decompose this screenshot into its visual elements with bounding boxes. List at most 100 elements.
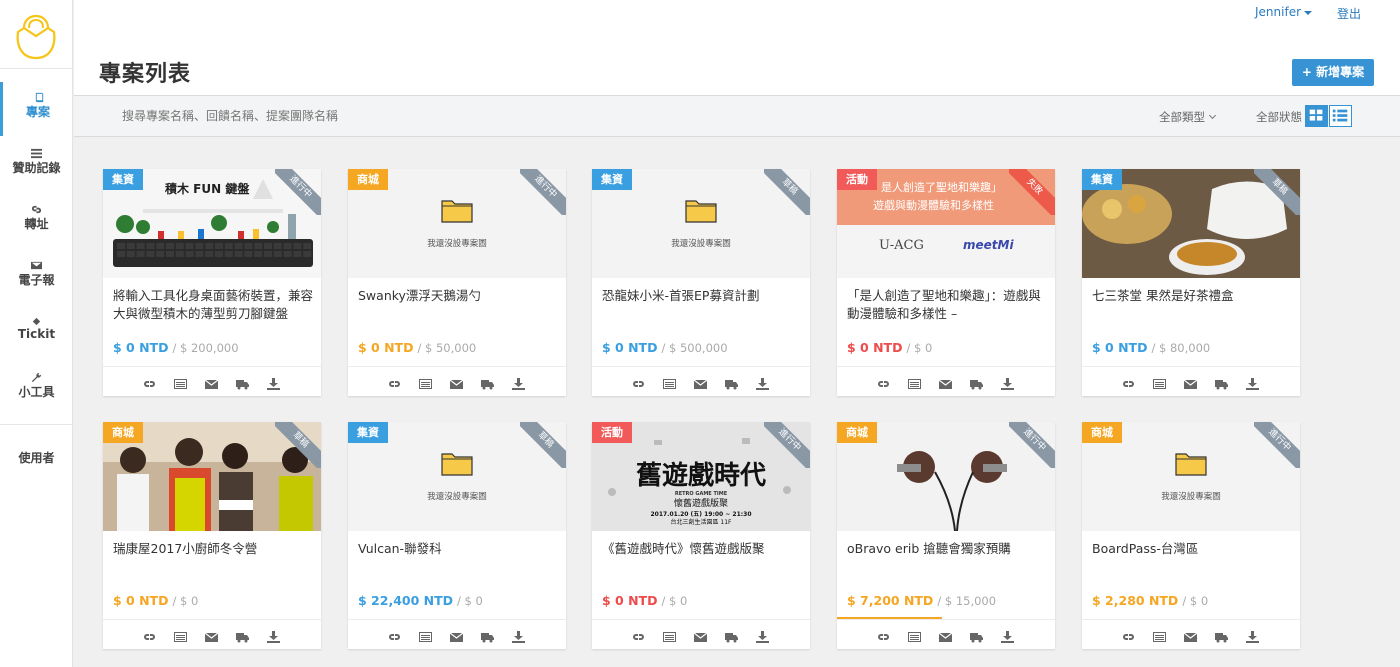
list-alt-icon[interactable] <box>1153 375 1166 389</box>
envelope-icon[interactable] <box>693 375 708 389</box>
sidebar-item-sponsor-records[interactable]: 贊助記錄 <box>0 138 73 192</box>
project-title[interactable]: BoardPass-台灣區 <box>1092 540 1292 558</box>
project-title[interactable]: Swanky漂浮天鵝湯勺 <box>358 287 558 305</box>
project-card[interactable]: 商城 進行中 oBravo erib 搶聽會獨家預購 $ 7,200 NTD / $ 1… <box>837 422 1055 649</box>
download-icon[interactable] <box>512 375 525 390</box>
project-card[interactable]: 我還沒設專案圖 商城 進行中 BoardPass-台灣區 $ 2,280 NTD / $ … <box>1082 422 1300 649</box>
status-filter-dropdown[interactable]: 全部狀態 <box>1256 109 1314 125</box>
list-alt-icon[interactable] <box>419 628 432 642</box>
download-icon[interactable] <box>512 628 525 643</box>
project-card[interactable]: 我還沒設專案圖 商城 進行中 Swanky漂浮天鵝湯勺 $ 0 NTD / $ 50,00… <box>348 169 566 396</box>
sidebar-item-projects[interactable]: 專案 <box>0 82 73 136</box>
project-card[interactable]: 我還沒設專案圖 集資 草稿 Vulcan-聯發科 $ 22,400 NTD / $ 0 <box>348 422 566 649</box>
link-icon[interactable] <box>877 375 890 387</box>
envelope-icon[interactable] <box>938 375 953 389</box>
search-input[interactable] <box>122 105 522 127</box>
envelope-icon[interactable] <box>204 375 219 389</box>
project-card[interactable]: 集資 草稿 七三茶堂 果然是好茶禮盒 $ 0 NTD / $ 80,000 <box>1082 169 1300 396</box>
project-card[interactable]: 積木 FUN 鍵盤 集資 進行中將輸入工具化身桌面藝術裝置，兼容大與微型積木的薄型剪… <box>103 169 321 396</box>
project-title[interactable]: 瑞康屋2017小廚師冬令營 <box>113 540 313 558</box>
add-project-button[interactable]: + 新增專案 <box>1292 59 1374 86</box>
download-icon[interactable] <box>1246 628 1259 643</box>
project-title[interactable]: oBravo erib 搶聽會獨家預購 <box>847 540 1047 558</box>
sidebar-item-newsletter[interactable]: 電子報 <box>0 250 73 304</box>
link-icon[interactable] <box>632 628 645 640</box>
project-title[interactable]: 將輸入工具化身桌面藝術裝置，兼容大與微型積木的薄型剪刀腳鍵盤 <box>113 287 313 323</box>
list-alt-icon[interactable] <box>174 375 187 389</box>
link-icon[interactable] <box>877 628 890 640</box>
project-title[interactable]: 「是人創造了聖地和樂趣」：遊戲與動漫體驗和多樣性 – <box>847 287 1047 323</box>
status-ribbon-label: 草稿 <box>764 169 810 215</box>
truck-icon[interactable] <box>481 375 494 390</box>
download-icon[interactable] <box>267 375 280 390</box>
project-thumbnail[interactable]: 集資 草稿 <box>1082 169 1300 278</box>
list-alt-icon[interactable] <box>908 375 921 389</box>
download-icon[interactable] <box>1001 375 1014 390</box>
logout-link[interactable]: 登出 <box>1337 5 1361 22</box>
link-icon[interactable] <box>388 628 401 640</box>
list-alt-icon[interactable] <box>908 628 921 642</box>
project-title[interactable]: 《舊遊戲時代》懷舊遊戲版聚 <box>602 540 802 558</box>
type-filter-dropdown[interactable]: 全部類型 <box>1159 109 1217 125</box>
project-thumbnail[interactable]: 積木 FUN 鍵盤 集資 進行中 <box>103 169 321 278</box>
link-icon[interactable] <box>1122 375 1135 387</box>
sidebar-item-tickit[interactable]: Tickit <box>0 306 73 360</box>
truck-icon[interactable] <box>970 628 983 643</box>
user-menu[interactable]: Jennifer <box>1255 5 1301 19</box>
project-thumbnail[interactable]: 我還沒設專案圖 集資 草稿 <box>348 422 566 531</box>
truck-icon[interactable] <box>970 375 983 390</box>
project-thumbnail[interactable]: 商城 進行中 <box>837 422 1055 531</box>
sidebar-item-tools[interactable]: 小工具 <box>0 362 73 416</box>
link-icon[interactable] <box>143 628 156 640</box>
envelope-icon[interactable] <box>1183 375 1198 389</box>
download-icon[interactable] <box>756 375 769 390</box>
truck-icon[interactable] <box>725 628 738 643</box>
project-title[interactable]: 恐龍妹小米-首張EP募資計劃 <box>602 287 802 305</box>
project-thumbnail[interactable]: 是人創造了聖地和樂趣」 遊戲與動漫體驗和多樣性 U-ACG meetMi 活動 失敗 <box>837 169 1055 278</box>
download-icon[interactable] <box>267 628 280 643</box>
project-card[interactable]: 我還沒設專案圖 集資 草稿 恐龍妹小米-首張EP募資計劃 $ 0 NTD / $ 500,… <box>592 169 810 396</box>
download-icon[interactable] <box>1001 628 1014 643</box>
project-thumbnail[interactable]: 商城 草稿 <box>103 422 321 531</box>
list-alt-icon[interactable] <box>419 375 432 389</box>
project-thumbnail[interactable]: 我還沒設專案圖 集資 草稿 <box>592 169 810 278</box>
link-icon[interactable] <box>388 375 401 387</box>
project-title[interactable]: Vulcan-聯發科 <box>358 540 558 558</box>
project-thumbnail[interactable]: 我還沒設專案圖 商城 進行中 <box>348 169 566 278</box>
sidebar-item-users[interactable]: 使用者 <box>0 448 73 472</box>
envelope-icon[interactable] <box>1183 628 1198 642</box>
list-alt-icon[interactable] <box>663 375 676 389</box>
envelope-icon[interactable] <box>449 628 464 642</box>
project-title[interactable]: 七三茶堂 果然是好茶禮盒 <box>1092 287 1292 305</box>
project-thumbnail[interactable]: 舊遊戲時代 RETRO GAME TIME 懷舊遊戲版聚 2017.01.20 (五)… <box>592 422 810 531</box>
project-card[interactable]: 舊遊戲時代 RETRO GAME TIME 懷舊遊戲版聚 2017.01.20 (五)… <box>592 422 810 649</box>
envelope-icon[interactable] <box>449 375 464 389</box>
truck-icon[interactable] <box>1215 375 1228 390</box>
download-icon[interactable] <box>756 628 769 643</box>
envelope-icon[interactable] <box>204 628 219 642</box>
list-alt-icon[interactable] <box>663 628 676 642</box>
status-ribbon-label: 草稿 <box>1254 169 1300 215</box>
truck-icon[interactable] <box>236 628 249 643</box>
envelope-icon[interactable] <box>938 628 953 642</box>
list-view-button[interactable] <box>1329 105 1352 127</box>
link-icon[interactable] <box>143 375 156 387</box>
envelope-icon[interactable] <box>693 628 708 642</box>
sidebar-item-redirect[interactable]: 轉址 <box>0 194 73 248</box>
folder-icon <box>1175 453 1207 476</box>
truck-icon[interactable] <box>236 375 249 390</box>
grid-view-button[interactable] <box>1305 105 1328 127</box>
list-alt-icon[interactable] <box>1153 628 1166 642</box>
list-alt-icon[interactable] <box>174 628 187 642</box>
chevron-down-icon[interactable] <box>1304 11 1312 15</box>
project-card[interactable]: 商城 草稿 瑞康屋2017小廚師冬令營 $ 0 NTD / $ 0 <box>103 422 321 649</box>
logo-icon[interactable] <box>14 12 58 62</box>
truck-icon[interactable] <box>481 628 494 643</box>
project-thumbnail[interactable]: 我還沒設專案圖 商城 進行中 <box>1082 422 1300 531</box>
truck-icon[interactable] <box>1215 628 1228 643</box>
project-card[interactable]: 是人創造了聖地和樂趣」 遊戲與動漫體驗和多樣性 U-ACG meetMi 活動 失敗「是人… <box>837 169 1055 396</box>
download-icon[interactable] <box>1246 375 1259 390</box>
truck-icon[interactable] <box>725 375 738 390</box>
link-icon[interactable] <box>632 375 645 387</box>
link-icon[interactable] <box>1122 628 1135 640</box>
